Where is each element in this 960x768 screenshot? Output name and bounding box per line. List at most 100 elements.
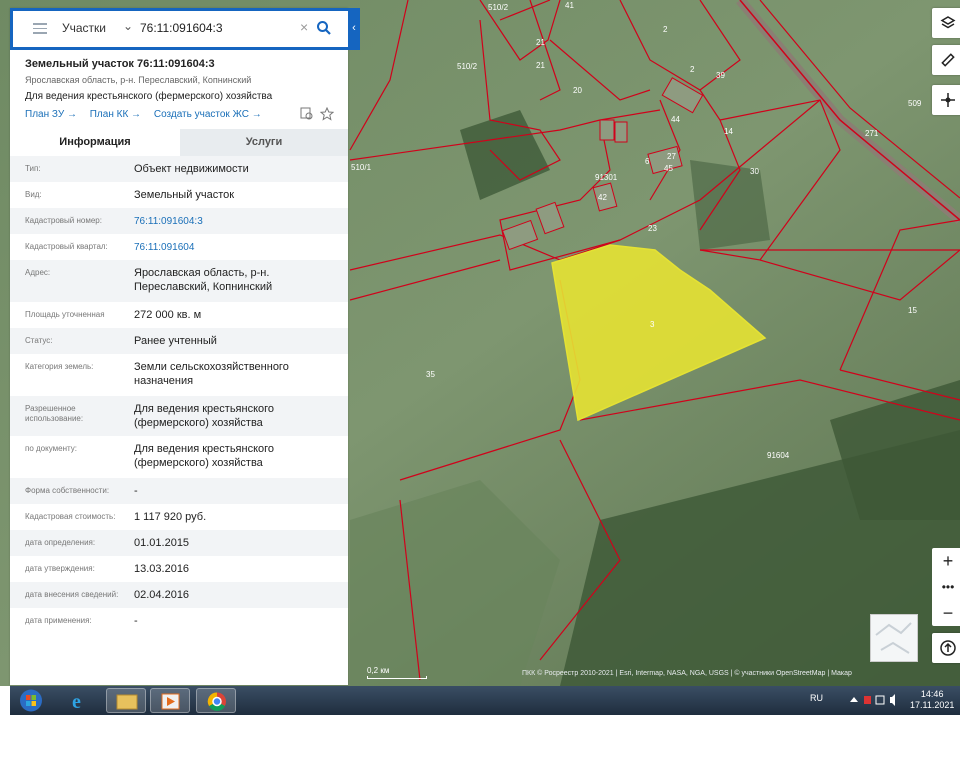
info-value: 272 000 кв. м [134, 309, 202, 321]
info-value: Ярославская область, р-н. Переславский, … [134, 267, 273, 293]
map-label: 35 [426, 370, 435, 379]
cadastral-quarter-link[interactable]: 76:11:091604 [134, 241, 334, 255]
info-label: Разрешенное использование: [25, 404, 84, 423]
info-value: - [134, 615, 138, 627]
measure-button[interactable] [932, 45, 960, 75]
info-value: Для ведения крестьянского (фермерского) … [134, 443, 275, 469]
info-label: Вид: [25, 190, 42, 199]
parcel-links: План ЗУ → План КК → Создать участок ЖС → [25, 109, 272, 120]
info-value: Земли сельскохозяйственного назначения [134, 361, 289, 387]
more-icon[interactable]: ••• [932, 574, 960, 600]
info-row: Площадь уточненная 272 000 кв. м [10, 302, 348, 328]
menu-icon[interactable] [33, 23, 47, 34]
map-attribution: ПКК © Росреестр 2010-2021 | Esri, Interm… [522, 670, 852, 677]
info-value: 01.01.2015 [134, 537, 190, 549]
start-button[interactable] [18, 688, 58, 713]
info-value: Объект недвижимости [134, 163, 249, 175]
info-value: 1 117 920 руб. [134, 511, 207, 523]
zoom-control: + ••• − [932, 548, 960, 626]
tab-information[interactable]: Информация [10, 129, 180, 156]
info-row: Вид: Земельный участок [10, 182, 348, 208]
info-value: Земельный участок [134, 189, 235, 201]
info-row: Адрес: Ярославская область, р-н. Пересла… [10, 260, 348, 302]
info-row: дата внесения сведений: 02.04.2016 [10, 582, 348, 608]
info-label: Кадастровый номер: [25, 216, 102, 225]
info-row: Разрешенное использование: Для ведения к… [10, 396, 348, 436]
map-label: 41 [565, 1, 574, 10]
media-taskbar-button[interactable] [150, 688, 190, 713]
crosshair-icon [941, 93, 955, 107]
layers-button[interactable] [932, 8, 960, 38]
info-row: Форма собственности: - [10, 478, 348, 504]
create-parcel-link[interactable]: Создать участок ЖС → [154, 109, 262, 120]
info-label: по документу: [25, 444, 77, 453]
search-input[interactable]: 76:11:091604:3 [140, 21, 223, 35]
scale-label: 0,2 км [367, 666, 390, 675]
windows-logo-icon [20, 689, 42, 712]
map-label: 2 [663, 25, 668, 34]
info-row: Кадастровая стоимость: 1 117 920 руб. [10, 504, 348, 530]
info-panel: Участки ⌄ 76:11:091604:3 × Земельный уча… [10, 8, 360, 685]
search-icon[interactable] [316, 20, 332, 36]
map-label: 510/2 [488, 3, 509, 12]
info-row: Категория земель: Земли сельскохозяйстве… [10, 354, 348, 396]
ie-taskbar-button[interactable]: e [60, 688, 100, 713]
search-type-select[interactable]: Участки [62, 21, 106, 35]
map-label: 21 [536, 38, 545, 47]
info-row: по документу: Для ведения крестьянского … [10, 436, 348, 478]
scale-bar: 0,2 км [367, 666, 427, 679]
search-box: Участки ⌄ 76:11:091604:3 × [13, 11, 357, 47]
plan-kk-link[interactable]: План КК → [90, 109, 141, 120]
map-label: 21 [536, 61, 545, 70]
map-label: 2 [690, 65, 695, 74]
map-label: 91301 [595, 173, 618, 182]
info-label: дата применения: [25, 616, 92, 625]
info-label: дата определения: [25, 538, 96, 547]
search-bar: Участки ⌄ 76:11:091604:3 × [10, 8, 360, 50]
map-label: 509 [908, 99, 922, 108]
zoom-out-button[interactable]: − [932, 600, 960, 626]
plan-zu-link[interactable]: План ЗУ → [25, 109, 77, 120]
chrome-taskbar-button[interactable] [196, 688, 236, 713]
parcel-title: Земельный участок 76:11:091604:3 [25, 58, 215, 70]
language-indicator[interactable]: RU [810, 693, 823, 703]
info-label: Адрес: [25, 268, 51, 277]
location-pin-icon [940, 640, 956, 656]
map-label: 3 [650, 320, 655, 329]
ruler-icon [941, 53, 955, 67]
map-label: 39 [716, 71, 725, 80]
locate-button[interactable] [932, 85, 960, 115]
info-row: дата утверждения: 13.03.2016 [10, 556, 348, 582]
info-value: 02.04.2016 [134, 589, 190, 601]
search-area-icon[interactable] [300, 107, 314, 121]
info-row: Статус: Ранее учтенный [10, 328, 348, 354]
clock-date: 17.11.2021 [910, 700, 955, 710]
layers-icon [940, 16, 956, 29]
info-value: 13.03.2016 [134, 563, 190, 575]
internet-explorer-icon: e [72, 691, 81, 713]
info-value: Для ведения крестьянского (фермерского) … [134, 403, 275, 429]
star-icon[interactable] [320, 107, 334, 121]
zoom-in-button[interactable]: + [932, 548, 960, 574]
tray-icons[interactable] [848, 693, 904, 707]
map-label: 44 [671, 115, 680, 124]
chevron-down-icon[interactable]: ⌄ [123, 19, 133, 33]
clear-icon[interactable]: × [300, 19, 308, 35]
clock-time: 14:46 [920, 689, 944, 699]
tab-services[interactable]: Услуги [180, 129, 348, 156]
explorer-taskbar-button[interactable] [106, 688, 146, 713]
location-button[interactable] [932, 633, 960, 663]
folder-icon [116, 694, 138, 710]
collapse-panel-button[interactable]: ‹ [348, 8, 360, 50]
minimap[interactable] [870, 614, 918, 662]
info-label: дата утверждения: [25, 564, 95, 573]
minimap-graphic [875, 622, 912, 654]
parcel-usage: Для ведения крестьянского (фермерского) … [25, 91, 273, 102]
info-value: Ранее учтенный [134, 335, 217, 347]
clock[interactable]: 14:46 17.11.2021 [910, 689, 954, 711]
info-label: Тип: [25, 164, 41, 173]
cadastral-number-link[interactable]: 76:11:091604:3 [134, 215, 334, 229]
info-label: дата внесения сведений: [25, 590, 119, 599]
map-label: 91604 [767, 451, 790, 460]
info-label: Кадастровая стоимость: [25, 512, 116, 521]
